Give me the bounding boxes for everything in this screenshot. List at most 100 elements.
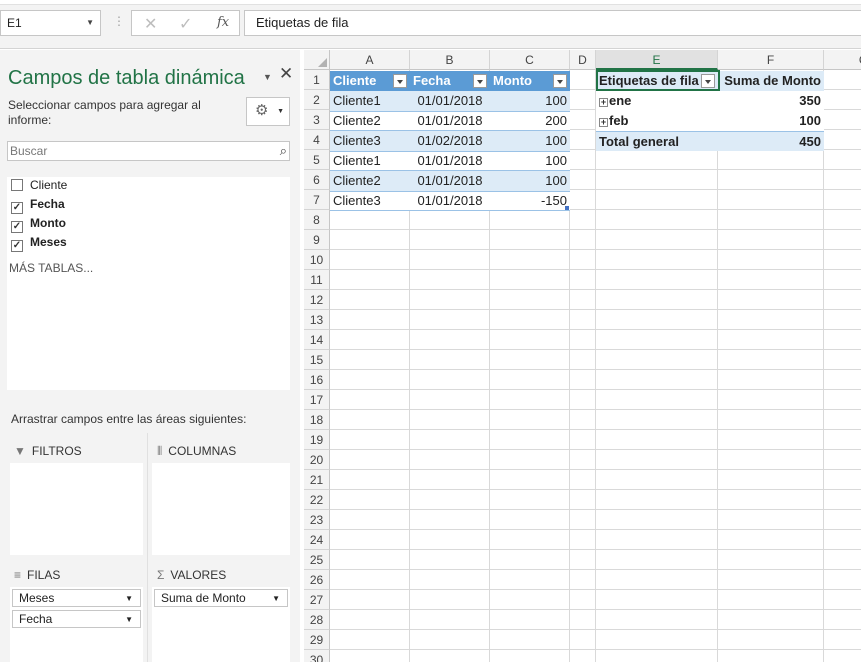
filter-dropdown-icon[interactable] (393, 74, 407, 88)
row-header-27[interactable]: 27 (304, 590, 330, 610)
name-box[interactable]: E1 ▼ (0, 10, 101, 36)
row-header-7[interactable]: 7 (304, 190, 330, 210)
chevron-down-icon[interactable]: ▼ (125, 612, 133, 628)
row-header-6[interactable]: 6 (304, 170, 330, 190)
row-header-18[interactable]: 18 (304, 410, 330, 430)
filter-dropdown-icon[interactable] (473, 74, 487, 88)
row-header-5[interactable]: 5 (304, 150, 330, 170)
table-cell[interactable]: 01/01/2018 (410, 151, 490, 171)
row-header-9[interactable]: 9 (304, 230, 330, 250)
column-header-g[interactable]: G (824, 50, 861, 70)
table-cell[interactable]: 01/01/2018 (410, 111, 490, 131)
row-header-16[interactable]: 16 (304, 370, 330, 390)
row-header-17[interactable]: 17 (304, 390, 330, 410)
table-cell[interactable]: 01/01/2018 (410, 191, 490, 211)
pane-options-icon[interactable]: ▼ (263, 72, 272, 82)
more-tables-link[interactable]: MÁS TABLAS... (9, 261, 93, 275)
filters-drop-area[interactable] (10, 463, 143, 555)
row-header-29[interactable]: 29 (304, 630, 330, 650)
row-header-8[interactable]: 8 (304, 210, 330, 230)
chevron-down-icon[interactable]: ▼ (86, 11, 94, 35)
row-header-4[interactable]: 4 (304, 130, 330, 150)
row-header-25[interactable]: 25 (304, 550, 330, 570)
select-all-button[interactable] (304, 50, 330, 70)
formula-bar-splitter[interactable]: ⋮ (113, 14, 125, 28)
pivot-row-value[interactable]: 350 (718, 91, 824, 111)
pivot-total-value[interactable]: 450 (718, 131, 824, 151)
checkbox[interactable] (11, 179, 23, 191)
rows-drop-area[interactable]: Meses ▼ Fecha ▼ (10, 587, 143, 662)
table-cell[interactable]: 01/01/2018 (410, 91, 490, 111)
column-header-f[interactable]: F (718, 50, 824, 70)
row-header-12[interactable]: 12 (304, 290, 330, 310)
table-cell[interactable]: 01/01/2018 (410, 171, 490, 191)
row-header-21[interactable]: 21 (304, 470, 330, 490)
row-header-24[interactable]: 24 (304, 530, 330, 550)
table-cell[interactable]: 200 (490, 111, 570, 131)
field-item-fecha[interactable]: ✓ Fecha (11, 197, 65, 214)
formula-input[interactable]: Etiquetas de fila (244, 10, 861, 36)
table-cell[interactable]: 100 (490, 131, 570, 151)
worksheet-grid[interactable]: A B C D E F G 12345678910111213141516171… (304, 50, 861, 662)
row-header-11[interactable]: 11 (304, 270, 330, 290)
row-header-10[interactable]: 10 (304, 250, 330, 270)
table-header-cell[interactable]: Monto (490, 71, 570, 91)
row-header-23[interactable]: 23 (304, 510, 330, 530)
expand-icon[interactable]: + (599, 98, 608, 107)
pivot-row-label[interactable]: + feb (596, 111, 718, 131)
search-icon[interactable]: ⌕ (280, 142, 287, 160)
table-cell[interactable]: -150 (490, 191, 570, 211)
row-header-19[interactable]: 19 (304, 430, 330, 450)
table-cell[interactable]: 100 (490, 91, 570, 111)
chevron-down-icon[interactable]: ▼ (125, 591, 133, 607)
columns-drop-area[interactable] (152, 463, 290, 555)
filter-dropdown-icon[interactable] (553, 74, 567, 88)
table-header-cell[interactable]: Fecha (410, 71, 490, 91)
expand-icon[interactable]: + (599, 118, 608, 127)
chevron-down-icon[interactable]: ▼ (272, 591, 280, 607)
row-header-30[interactable]: 30 (304, 650, 330, 662)
row-header-13[interactable]: 13 (304, 310, 330, 330)
table-cell[interactable]: Cliente2 (330, 171, 410, 191)
row-field-meses[interactable]: Meses ▼ (12, 589, 141, 607)
table-cell[interactable]: Cliente1 (330, 151, 410, 171)
gear-button[interactable]: ⚙ ▼ (246, 97, 290, 126)
close-icon[interactable]: ✕ (279, 64, 293, 84)
insert-function-icon[interactable]: fx (217, 15, 229, 30)
field-item-cliente[interactable]: Cliente (11, 178, 67, 194)
table-cell[interactable]: 100 (490, 151, 570, 171)
table-header-cell[interactable]: Cliente (330, 71, 410, 91)
field-item-meses[interactable]: ✓ Meses (11, 235, 67, 252)
row-header-14[interactable]: 14 (304, 330, 330, 350)
row-header-26[interactable]: 26 (304, 570, 330, 590)
checkbox-checked[interactable]: ✓ (11, 221, 23, 233)
field-item-monto[interactable]: ✓ Monto (11, 216, 66, 233)
column-header-e[interactable]: E (596, 50, 718, 70)
table-cell[interactable]: 100 (490, 171, 570, 191)
row-header-20[interactable]: 20 (304, 450, 330, 470)
row-header-3[interactable]: 3 (304, 110, 330, 130)
column-header-c[interactable]: C (490, 50, 570, 70)
column-header-b[interactable]: B (410, 50, 490, 70)
row-field-fecha[interactable]: Fecha ▼ (12, 610, 141, 628)
column-header-a[interactable]: A (330, 50, 410, 70)
checkbox-checked[interactable]: ✓ (11, 202, 23, 214)
table-cell[interactable]: Cliente2 (330, 111, 410, 131)
row-header-28[interactable]: 28 (304, 610, 330, 630)
checkbox-checked[interactable]: ✓ (11, 240, 23, 252)
pivot-total-label[interactable]: Total general (596, 131, 718, 151)
cancel-icon[interactable]: ✕ (144, 14, 157, 34)
row-header-15[interactable]: 15 (304, 350, 330, 370)
pivot-row-label[interactable]: + ene (596, 91, 718, 111)
table-cell[interactable]: 01/02/2018 (410, 131, 490, 151)
table-resize-handle[interactable] (565, 206, 569, 210)
table-cell[interactable]: Cliente3 (330, 131, 410, 151)
search-input[interactable]: Buscar ⌕ (7, 141, 290, 161)
row-header-1[interactable]: 1 (304, 70, 330, 90)
row-header-22[interactable]: 22 (304, 490, 330, 510)
column-header-d[interactable]: D (570, 50, 596, 70)
pivot-row-value[interactable]: 100 (718, 111, 824, 131)
enter-icon[interactable]: ✓ (179, 14, 192, 34)
row-header-2[interactable]: 2 (304, 90, 330, 110)
value-field-suma-de-monto[interactable]: Suma de Monto ▼ (154, 589, 288, 607)
